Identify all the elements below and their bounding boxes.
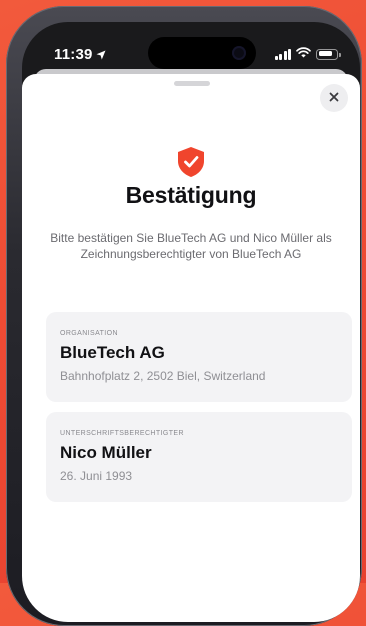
signatory-birthdate: 26. Juni 1993 — [60, 469, 133, 483]
close-button[interactable] — [320, 84, 348, 112]
sheet-grabber[interactable] — [174, 81, 210, 86]
organisation-address: Bahnhofplatz 2, 2502 Biel, Switzerland — [60, 369, 266, 383]
organisation-label: ORGANISATION — [60, 330, 118, 337]
signatory-card: UNTERSCHRIFTSBERECHTIGTER Nico Müller 26… — [46, 412, 352, 502]
status-icons — [274, 45, 341, 63]
battery-fill — [318, 51, 332, 57]
phone-frame: 11:39 Bestätigung Bitte bestätigen Sie B… — [6, 6, 362, 626]
organisation-card: ORGANISATION BlueTech AG Bahnhofplatz 2,… — [46, 312, 352, 402]
battery-icon — [316, 48, 341, 60]
location-arrow-icon — [96, 47, 106, 64]
front-camera — [232, 46, 246, 60]
organisation-name: BlueTech AG — [60, 343, 165, 362]
sheet-title: Bestätigung — [125, 182, 257, 208]
shield-check-icon — [176, 146, 206, 178]
close-icon — [329, 89, 339, 107]
sheet-description: Bitte bestätigen Sie BlueTech AG und Nic… — [50, 231, 332, 261]
signatory-label: UNTERSCHRIFTSBERECHTIGTER — [60, 430, 184, 437]
status-time-group: 11:39 — [54, 46, 106, 64]
phone-screen: 11:39 Bestätigung Bitte bestätigen Sie B… — [22, 22, 360, 622]
signatory-name: Nico Müller — [60, 443, 152, 462]
cellular-signal-icon — [274, 48, 291, 60]
dynamic-island — [148, 37, 256, 69]
confirmation-sheet: Bestätigung Bitte bestätigen Sie BlueTec… — [22, 74, 360, 622]
wifi-icon — [296, 45, 311, 63]
status-time: 11:39 — [54, 46, 93, 63]
